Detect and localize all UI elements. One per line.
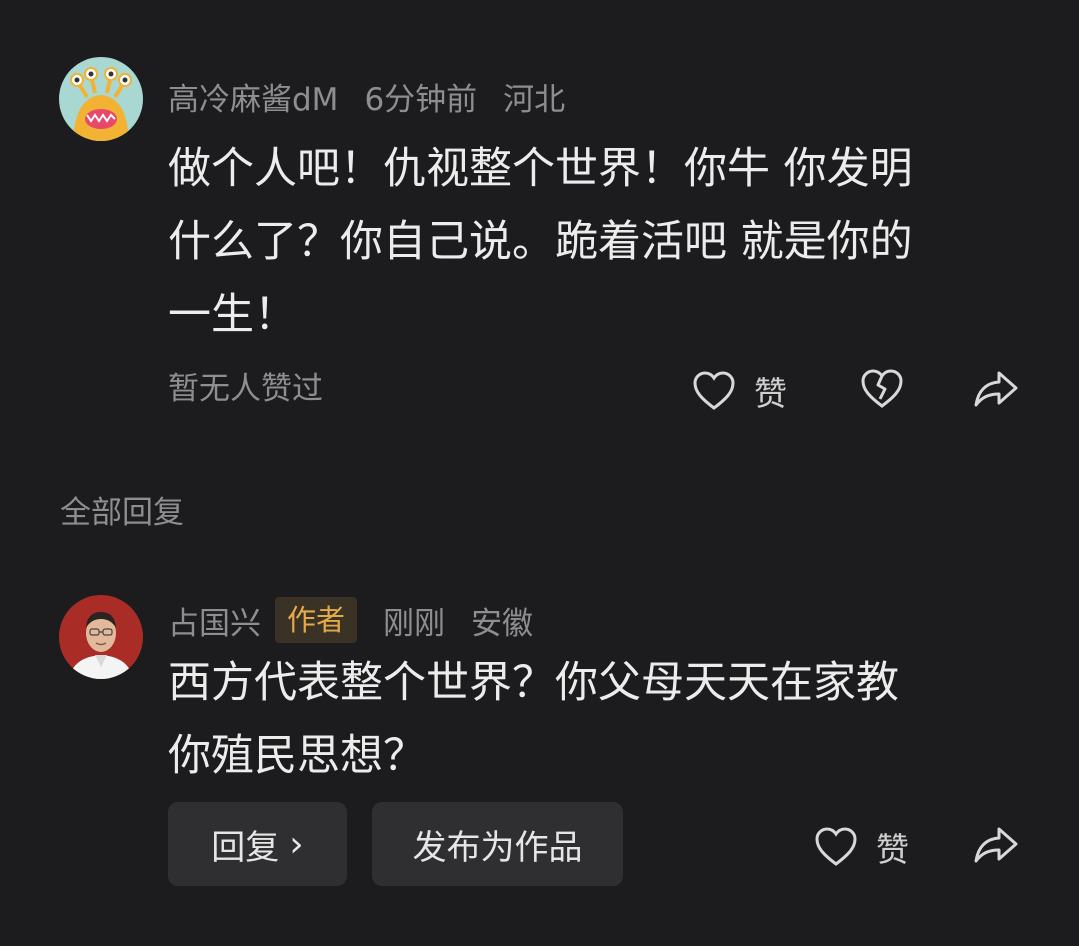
comment-meta: 高冷麻酱dM 6分钟前 河北 bbox=[168, 74, 566, 119]
reply-text-line: 西方代表整个世界？你父母天天在家教 bbox=[168, 658, 899, 708]
like-label: 赞 bbox=[876, 830, 909, 869]
chevron-right-icon: › bbox=[289, 823, 304, 865]
timestamp: 刚刚 bbox=[383, 605, 446, 642]
reply-text-line: 你殖民思想？ bbox=[168, 731, 426, 781]
location: 河北 bbox=[503, 81, 566, 118]
share-button[interactable] bbox=[973, 368, 1019, 414]
replies-header: 全部回复 bbox=[60, 495, 184, 531]
reply-button-label: 回复 bbox=[211, 827, 280, 868]
reply-button[interactable]: 回复 › bbox=[168, 802, 347, 886]
share-button[interactable] bbox=[973, 824, 1019, 870]
reply-text: 西方代表整个世界？你父母天天在家教 你殖民思想？ bbox=[168, 647, 899, 793]
likes-status: 暂无人赞过 bbox=[168, 371, 323, 407]
avatar[interactable] bbox=[59, 595, 143, 679]
avatar[interactable] bbox=[59, 57, 143, 141]
heart-outline-icon bbox=[692, 370, 736, 412]
man-portrait-avatar bbox=[59, 595, 143, 679]
share-arrow-icon bbox=[973, 368, 1019, 410]
broken-heart-icon bbox=[860, 368, 904, 410]
like-label: 赞 bbox=[754, 374, 787, 413]
username[interactable]: 高冷麻酱dM bbox=[168, 74, 338, 119]
like-button[interactable]: 赞 bbox=[814, 823, 909, 871]
reply-meta: 占国兴 作者 刚刚 安徽 bbox=[168, 596, 533, 644]
like-button[interactable]: 赞 bbox=[692, 367, 787, 415]
share-arrow-icon bbox=[973, 824, 1019, 866]
publish-as-work-button[interactable]: 发布为作品 bbox=[372, 802, 623, 886]
comment-text-line: 一生！ bbox=[168, 290, 297, 340]
publish-button-label: 发布为作品 bbox=[412, 827, 583, 868]
comment-text-line: 什么了？你自己说。跪着活吧 就是你的 bbox=[168, 217, 913, 267]
heart-outline-icon bbox=[814, 826, 858, 868]
author-badge: 作者 bbox=[275, 597, 358, 643]
timestamp: 6分钟前 bbox=[364, 81, 478, 118]
cartoon-monster-avatar bbox=[59, 57, 143, 141]
comment-text-line: 做个人吧！仇视整个世界！你牛 你发明 bbox=[168, 144, 913, 194]
username[interactable]: 占国兴 bbox=[168, 598, 261, 643]
location: 安徽 bbox=[471, 605, 534, 642]
dislike-button[interactable] bbox=[860, 368, 904, 414]
comment-text: 做个人吧！仇视整个世界！你牛 你发明 什么了？你自己说。跪着活吧 就是你的 一生… bbox=[168, 133, 913, 352]
